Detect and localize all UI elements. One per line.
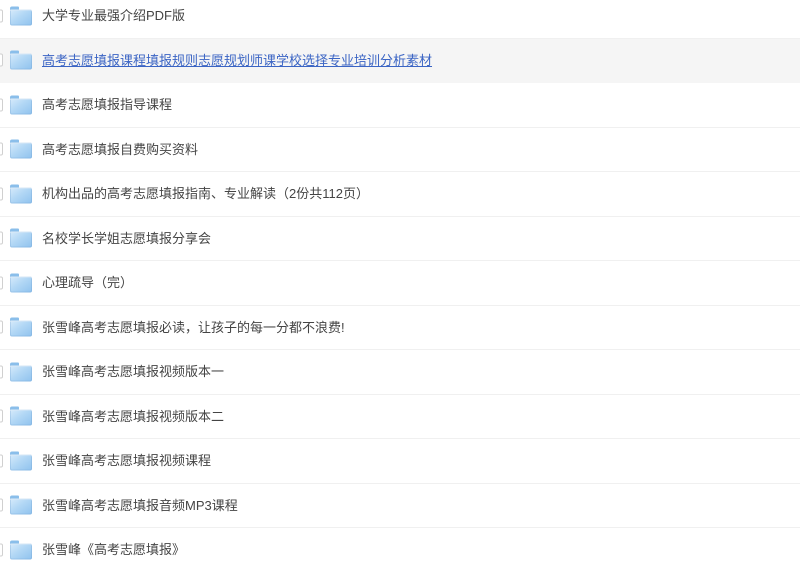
file-row[interactable]: 高考志愿填报指导课程 [0, 83, 800, 128]
folder-icon[interactable] [10, 139, 32, 159]
row-checkbox[interactable] [0, 276, 3, 290]
row-checkbox[interactable] [0, 409, 3, 423]
file-row[interactable]: 张雪峰高考志愿填报视频课程 [0, 439, 800, 484]
folder-icon[interactable] [10, 50, 32, 70]
file-name-link[interactable]: 张雪峰高考志愿填报音频MP3课程 [42, 499, 238, 512]
folder-icon[interactable] [10, 95, 32, 115]
file-row[interactable]: 高考志愿填报自费购买资料 [0, 127, 800, 172]
row-checkbox[interactable] [0, 320, 3, 334]
file-name-link[interactable]: 高考志愿填报课程填报规则志愿规划师课学校选择专业培训分析素材 [42, 54, 432, 67]
folder-icon[interactable] [10, 406, 32, 426]
folder-icon[interactable] [10, 228, 32, 248]
file-name-link[interactable]: 张雪峰高考志愿填报视频版本一 [42, 365, 224, 378]
folder-icon[interactable] [10, 184, 32, 204]
file-name-link[interactable]: 高考志愿填报自费购买资料 [42, 143, 198, 156]
file-name-link[interactable]: 张雪峰高考志愿填报视频课程 [42, 454, 211, 467]
file-row[interactable]: 张雪峰高考志愿填报视频版本一 [0, 350, 800, 395]
folder-icon[interactable] [10, 6, 32, 26]
folder-body-shape [10, 320, 32, 337]
folder-body-shape [10, 409, 32, 426]
file-browser-screen: 大学专业最强介绍PDF版 高考志愿填报课程填报规则志愿规划师课学校选择专业培训分… [0, 0, 800, 567]
row-checkbox[interactable] [0, 187, 3, 201]
file-name-link[interactable]: 张雪峰高考志愿填报视频版本二 [42, 410, 224, 423]
file-list: 大学专业最强介绍PDF版 高考志愿填报课程填报规则志愿规划师课学校选择专业培训分… [0, 0, 800, 567]
file-row[interactable]: 张雪峰高考志愿填报视频版本二 [0, 394, 800, 439]
file-name-link[interactable]: 心理疏导（完） [42, 276, 133, 289]
file-row[interactable]: 机构出品的高考志愿填报指南、专业解读（2份共112页） [0, 172, 800, 217]
folder-icon[interactable] [10, 273, 32, 293]
file-name-link[interactable]: 张雪峰《高考志愿填报》 [42, 543, 185, 556]
row-checkbox[interactable] [0, 543, 3, 557]
file-name-link[interactable]: 机构出品的高考志愿填报指南、专业解读（2份共112页） [42, 187, 369, 200]
folder-icon[interactable] [10, 451, 32, 471]
file-row[interactable]: 大学专业最强介绍PDF版 [0, 0, 800, 39]
row-checkbox[interactable] [0, 53, 3, 67]
row-checkbox[interactable] [0, 498, 3, 512]
row-checkbox[interactable] [0, 9, 3, 23]
folder-body-shape [10, 454, 32, 471]
file-name-link[interactable]: 名校学长学姐志愿填报分享会 [42, 232, 211, 245]
folder-icon[interactable] [10, 362, 32, 382]
folder-body-shape [10, 53, 32, 70]
folder-body-shape [10, 365, 32, 382]
folder-body-shape [10, 98, 32, 115]
file-row[interactable]: 张雪峰《高考志愿填报》 [0, 528, 800, 567]
folder-body-shape [10, 276, 32, 293]
folder-icon[interactable] [10, 540, 32, 560]
folder-body-shape [10, 498, 32, 515]
row-checkbox[interactable] [0, 98, 3, 112]
row-checkbox[interactable] [0, 454, 3, 468]
file-name-link[interactable]: 高考志愿填报指导课程 [42, 98, 172, 111]
folder-body-shape [10, 187, 32, 204]
folder-icon[interactable] [10, 495, 32, 515]
row-checkbox[interactable] [0, 142, 3, 156]
file-row[interactable]: 张雪峰高考志愿填报音频MP3课程 [0, 483, 800, 528]
file-row[interactable]: 高考志愿填报课程填报规则志愿规划师课学校选择专业培训分析素材 [0, 38, 800, 83]
folder-body-shape [10, 142, 32, 159]
row-checkbox[interactable] [0, 365, 3, 379]
file-row[interactable]: 张雪峰高考志愿填报必读，让孩子的每一分都不浪费! [0, 305, 800, 350]
folder-icon[interactable] [10, 317, 32, 337]
file-name-link[interactable]: 大学专业最强介绍PDF版 [42, 9, 185, 22]
folder-body-shape [10, 9, 32, 26]
row-checkbox[interactable] [0, 231, 3, 245]
file-row[interactable]: 心理疏导（完） [0, 261, 800, 306]
file-name-link[interactable]: 张雪峰高考志愿填报必读，让孩子的每一分都不浪费! [42, 321, 345, 334]
folder-body-shape [10, 231, 32, 248]
folder-body-shape [10, 543, 32, 560]
file-row[interactable]: 名校学长学姐志愿填报分享会 [0, 216, 800, 261]
